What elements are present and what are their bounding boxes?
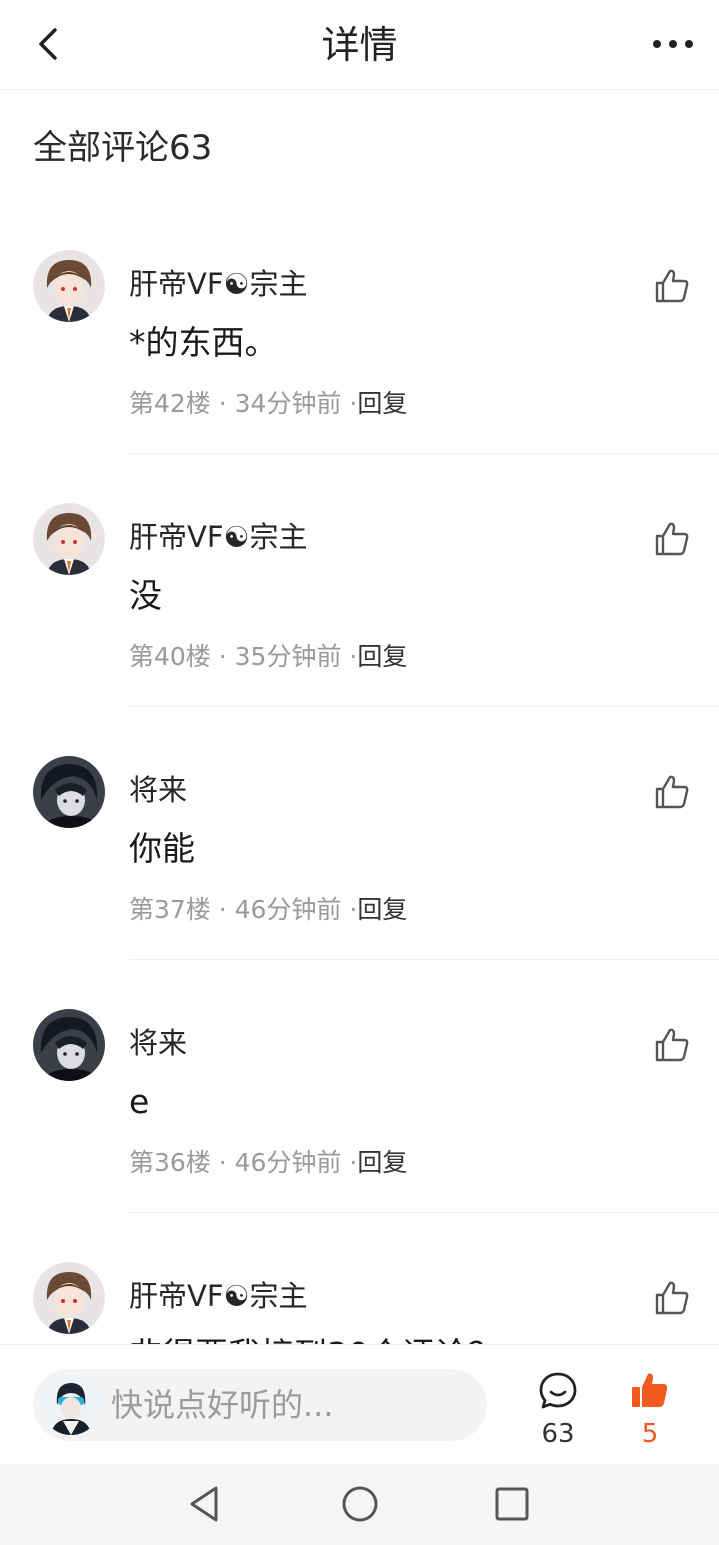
system-navigation-bar — [0, 1464, 719, 1545]
reply-button[interactable]: 回复 — [357, 389, 407, 418]
thumbs-up-icon — [655, 1028, 689, 1062]
floor-number: 第37楼 — [129, 895, 211, 924]
comment-username[interactable]: 肝帝VF☯宗主 — [129, 264, 308, 304]
reply-button[interactable]: 回复 — [357, 895, 407, 924]
comment-time: 35分钟前 — [234, 642, 342, 671]
reply-button[interactable]: 回复 — [357, 1148, 407, 1177]
more-button[interactable] — [649, 26, 697, 62]
comment-bubble-icon — [539, 1372, 577, 1409]
thumbs-up-icon — [655, 269, 689, 303]
comment-item: 肝帝VF☯宗主 非得要我接到30个评论？ — [0, 1232, 719, 1344]
nav-home-button[interactable] — [338, 1482, 382, 1526]
triangle-back-icon — [190, 1486, 218, 1522]
divider — [129, 453, 719, 454]
like-button[interactable] — [652, 772, 692, 812]
comment-text: *的东西。 — [129, 323, 278, 362]
like-button[interactable] — [652, 266, 692, 306]
more-dots-icon — [653, 40, 693, 48]
comment-username[interactable]: 将来 — [129, 770, 187, 810]
comment-item: 将来 你能 第37楼 · 46分钟前 ·回复 — [0, 726, 719, 979]
like-post-button[interactable]: 5 — [620, 1367, 680, 1457]
comments-button[interactable]: 63 — [528, 1367, 588, 1457]
nav-recents-button[interactable] — [490, 1482, 534, 1526]
circle-home-icon — [342, 1486, 378, 1522]
comment-item: 肝帝VF☯宗主 没 第40楼 · 35分钟前 ·回复 — [0, 473, 719, 726]
floor-number: 第42楼 — [129, 389, 211, 418]
divider — [129, 706, 719, 707]
comment-meta: 第42楼 · 34分钟前 ·回复 — [129, 389, 408, 418]
floor-number: 第40楼 — [129, 642, 211, 671]
comment-count: 63 — [541, 1419, 575, 1449]
comment-input-bar: 快说点好听的... 63 5 — [0, 1344, 719, 1464]
reply-button[interactable]: 回复 — [357, 642, 407, 671]
thumbs-up-icon — [655, 775, 689, 809]
comment-item: 将来 e 第36楼 · 46分钟前 ·回复 — [0, 979, 719, 1232]
comment-time: 46分钟前 — [234, 1148, 342, 1177]
thumbs-up-filled-icon — [632, 1373, 668, 1407]
comment-list[interactable]: 肝帝VF☯宗主 *的东西。 第42楼 · 34分钟前 ·回复 肝帝VF☯宗主 没… — [0, 220, 719, 1344]
comment-meta: 第36楼 · 46分钟前 ·回复 — [129, 1148, 408, 1177]
avatar[interactable] — [33, 1009, 105, 1081]
comment-text: 没 — [129, 576, 162, 615]
like-button[interactable] — [652, 1278, 692, 1318]
comment-input[interactable]: 快说点好听的... — [33, 1369, 487, 1441]
comment-item: 肝帝VF☯宗主 *的东西。 第42楼 · 34分钟前 ·回复 — [0, 220, 719, 473]
comment-username[interactable]: 肝帝VF☯宗主 — [129, 1276, 308, 1316]
nav-back-button[interactable] — [184, 1482, 228, 1526]
top-app-bar: 详情 — [0, 0, 719, 90]
comment-text: 非得要我接到30个评论？ — [129, 1332, 501, 1344]
square-recents-icon — [495, 1487, 529, 1521]
comment-username[interactable]: 肝帝VF☯宗主 — [129, 517, 308, 557]
divider — [129, 959, 719, 960]
comment-meta: 第37楼 · 46分钟前 ·回复 — [129, 895, 408, 924]
comment-text: 你能 — [129, 829, 195, 868]
current-user-avatar — [41, 1375, 101, 1435]
floor-number: 第36楼 — [129, 1148, 211, 1177]
like-button[interactable] — [652, 1025, 692, 1065]
comment-time: 46分钟前 — [234, 895, 342, 924]
comment-input-placeholder: 快说点好听的... — [111, 1386, 334, 1424]
avatar[interactable] — [33, 503, 105, 575]
avatar[interactable] — [33, 250, 105, 322]
page-title: 详情 — [321, 23, 398, 67]
avatar[interactable] — [33, 756, 105, 828]
like-button[interactable] — [652, 519, 692, 559]
thumbs-up-icon — [655, 522, 689, 556]
comment-meta: 第40楼 · 35分钟前 ·回复 — [129, 642, 408, 671]
comment-username[interactable]: 将来 — [129, 1023, 187, 1063]
comment-text: e — [129, 1082, 150, 1121]
thumbs-up-icon — [655, 1281, 689, 1315]
divider — [129, 1212, 719, 1213]
like-count: 5 — [641, 1419, 659, 1449]
comment-time: 34分钟前 — [234, 389, 342, 418]
all-comments-title: 全部评论63 — [33, 128, 213, 168]
avatar[interactable] — [33, 1262, 105, 1334]
